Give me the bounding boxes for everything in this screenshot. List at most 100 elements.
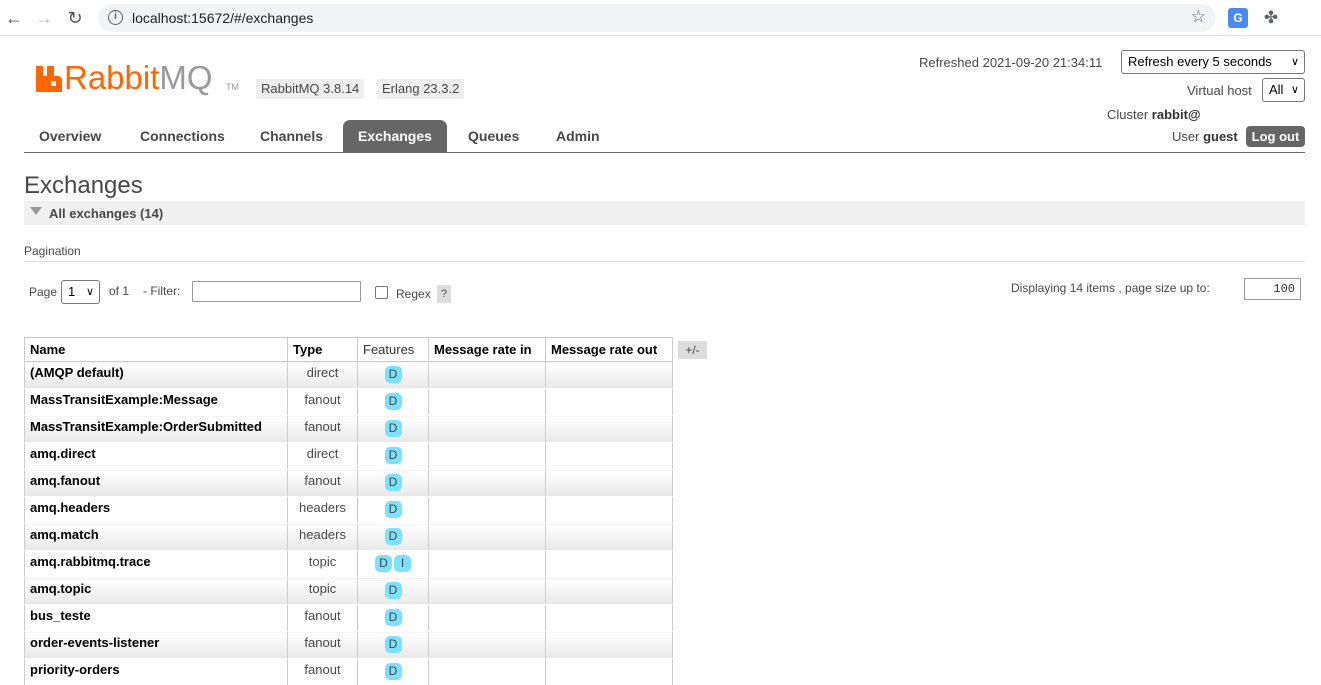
- message-rate-out-cell: [545, 523, 673, 551]
- table-row: order-events-listener fanout D: [24, 631, 673, 659]
- toggle-columns-button[interactable]: +/-: [678, 341, 707, 359]
- feature-badge[interactable]: I: [394, 555, 411, 572]
- exchange-features: D: [357, 442, 429, 470]
- feature-badge[interactable]: D: [384, 528, 402, 545]
- chevron-down-icon: ∨: [85, 286, 94, 298]
- exchange-name-link[interactable]: amq.direct: [24, 442, 288, 470]
- message-rate-out-cell: [545, 469, 673, 497]
- page-label: Page: [29, 285, 58, 299]
- extensions-puzzle-icon[interactable]: ✤: [1261, 8, 1281, 28]
- refresh-interval-select[interactable]: Refresh every 5 seconds ∨: [1121, 50, 1305, 74]
- exchange-name-link[interactable]: MassTransitExample:OrderSubmitted: [24, 415, 288, 443]
- page-count-label: of 1: [109, 284, 130, 298]
- table-row: amq.headers headers D: [24, 496, 673, 524]
- exchange-name-link[interactable]: MassTransitExample:Message: [24, 388, 288, 416]
- exchange-name-link[interactable]: bus_teste: [24, 604, 288, 632]
- exchange-name-link[interactable]: order-events-listener: [24, 631, 288, 659]
- tab-admin[interactable]: Admin: [541, 120, 615, 152]
- all-exchanges-label: All exchanges (14): [49, 206, 164, 221]
- translate-extension-icon[interactable]: G: [1228, 8, 1248, 28]
- regex-checkbox[interactable]: [375, 286, 388, 299]
- tab-queues[interactable]: Queues: [453, 120, 534, 152]
- refreshed-timestamp: Refreshed 2021-09-20 21:34:11: [919, 55, 1103, 70]
- bookmark-star-icon[interactable]: ☆: [1191, 7, 1206, 27]
- refresh-interval-value: Refresh every 5 seconds: [1128, 54, 1272, 69]
- exchange-type: headers: [287, 523, 358, 551]
- feature-badge[interactable]: D: [384, 609, 402, 626]
- exchange-type: fanout: [287, 469, 358, 497]
- site-info-icon[interactable]: i: [108, 10, 123, 25]
- exchange-name-link[interactable]: amq.topic: [24, 577, 288, 605]
- regex-label: Regex: [396, 287, 431, 301]
- virtual-host-value: All: [1269, 82, 1284, 97]
- exchange-features: DI: [357, 550, 429, 578]
- exchange-type: direct: [287, 442, 358, 470]
- feature-badge[interactable]: D: [384, 663, 402, 680]
- column-header-rate-out[interactable]: Message rate out: [545, 337, 673, 362]
- exchange-name-link[interactable]: amq.fanout: [24, 469, 288, 497]
- browser-toolbar: ← → ↻ i localhost:15672/#/exchanges ☆ G …: [0, 0, 1321, 36]
- message-rate-out-cell: [545, 388, 673, 416]
- feature-badge[interactable]: D: [384, 501, 402, 518]
- message-rate-in-cell: [428, 469, 546, 497]
- exchange-features: D: [357, 415, 429, 443]
- column-header-type[interactable]: Type: [287, 337, 358, 362]
- back-arrow-icon[interactable]: ←: [2, 6, 26, 30]
- message-rate-in-cell: [428, 523, 546, 551]
- message-rate-out-cell: [545, 496, 673, 524]
- exchange-features: D: [357, 577, 429, 605]
- feature-badge[interactable]: D: [384, 366, 402, 383]
- message-rate-in-cell: [428, 658, 546, 685]
- page-size-input[interactable]: 100: [1244, 278, 1301, 300]
- exchange-type: fanout: [287, 658, 358, 685]
- message-rate-out-cell: [545, 442, 673, 470]
- feature-badge[interactable]: D: [384, 447, 402, 464]
- erlang-version-badge: Erlang 23.3.2: [377, 79, 465, 99]
- page-select-value: 1: [68, 284, 76, 299]
- forward-arrow-icon[interactable]: →: [32, 6, 56, 30]
- displaying-items-label: Displaying 14 items , page size up to:: [1011, 281, 1210, 295]
- regex-help-button[interactable]: ?: [437, 285, 451, 303]
- table-row: amq.fanout fanout D: [24, 469, 673, 497]
- exchange-name-link[interactable]: amq.rabbitmq.trace: [24, 550, 288, 578]
- table-row: MassTransitExample:OrderSubmitted fanout D: [24, 415, 673, 443]
- tab-connections[interactable]: Connections: [125, 120, 240, 152]
- column-header-features: Features: [357, 337, 429, 362]
- message-rate-in-cell: [428, 604, 546, 632]
- feature-badge[interactable]: D: [384, 420, 402, 437]
- message-rate-out-cell: [545, 631, 673, 659]
- feature-badge[interactable]: D: [384, 582, 402, 599]
- page-select[interactable]: 1 ∨: [61, 280, 100, 304]
- main-nav-tabs: Overview Connections Channels Exchanges …: [24, 120, 1305, 153]
- address-bar[interactable]: i localhost:15672/#/exchanges ☆: [98, 4, 1216, 32]
- exchange-features: D: [357, 388, 429, 416]
- table-row: amq.topic topic D: [24, 577, 673, 605]
- exchange-name-link[interactable]: priority-orders: [24, 658, 288, 685]
- feature-badge[interactable]: D: [375, 555, 392, 572]
- reload-icon[interactable]: ↻: [63, 6, 87, 30]
- tab-overview[interactable]: Overview: [24, 120, 116, 152]
- filter-input[interactable]: [192, 281, 361, 302]
- column-header-rate-in[interactable]: Message rate in: [428, 337, 546, 362]
- pagination-heading: Pagination: [24, 244, 81, 258]
- table-row: (AMQP default) direct D: [24, 361, 673, 389]
- column-header-name[interactable]: Name: [24, 337, 288, 362]
- message-rate-out-cell: [545, 550, 673, 578]
- message-rate-in-cell: [428, 496, 546, 524]
- feature-badge[interactable]: D: [384, 636, 402, 653]
- logo-text-rabbit: Rabbit: [64, 59, 160, 96]
- exchange-name-link[interactable]: (AMQP default): [24, 361, 288, 389]
- feature-badge[interactable]: D: [384, 474, 402, 491]
- all-exchanges-section-toggle[interactable]: All exchanges (14): [24, 201, 1305, 225]
- exchange-type: topic: [287, 550, 358, 578]
- message-rate-in-cell: [428, 415, 546, 443]
- exchange-features: D: [357, 523, 429, 551]
- exchange-name-link[interactable]: amq.headers: [24, 496, 288, 524]
- exchange-name-link[interactable]: amq.match: [24, 523, 288, 551]
- tab-exchanges[interactable]: Exchanges: [343, 120, 447, 152]
- exchange-features: D: [357, 604, 429, 632]
- table-row: amq.match headers D: [24, 523, 673, 551]
- tab-channels[interactable]: Channels: [245, 120, 338, 152]
- virtual-host-select[interactable]: All ∨: [1262, 78, 1305, 102]
- feature-badge[interactable]: D: [384, 393, 402, 410]
